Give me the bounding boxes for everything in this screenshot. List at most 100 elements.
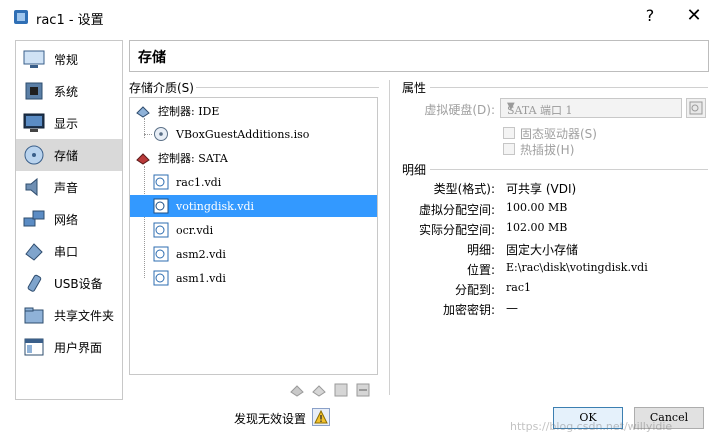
optical-disc-icon xyxy=(152,125,170,143)
tree-item-label: 控制器: IDE xyxy=(158,105,220,118)
sidebar-item-label: USB设备 xyxy=(54,276,103,291)
sidebar-item-shared-folders[interactable]: 共享文件夹 xyxy=(16,299,122,331)
hard-disk-icon xyxy=(152,269,170,287)
sidebar-item-label: 常规 xyxy=(54,52,79,67)
storage-toolbar xyxy=(288,381,372,399)
usb-icon xyxy=(20,270,48,296)
tree-item-disk[interactable]: asm2.vdi xyxy=(130,243,377,265)
sidebar-item-label: 存储 xyxy=(54,148,79,163)
choose-disk-button[interactable] xyxy=(686,98,706,118)
tree-item-controller[interactable]: 控制器: SATA xyxy=(130,147,377,169)
system-icon xyxy=(20,78,48,104)
invalid-settings-warning-button[interactable] xyxy=(312,408,330,426)
ssd-label: 固态驱动器(S) xyxy=(520,127,597,141)
network-icon xyxy=(20,206,48,232)
divider xyxy=(196,87,379,88)
hard-disk-select[interactable]: SATA 端口 1 ▼ xyxy=(500,98,682,118)
sidebar-item-system[interactable]: 系统 xyxy=(16,75,122,107)
detail-key: 加密密钥: xyxy=(442,303,495,317)
sidebar-item-label: 网络 xyxy=(54,212,79,227)
controller-ide-icon xyxy=(134,102,152,120)
remove-attachment-icon[interactable] xyxy=(354,381,372,399)
tree-item-disk[interactable]: rac1.vdi xyxy=(130,171,377,193)
detail-key: 类型(格式): xyxy=(433,182,495,196)
sidebar-item-user-interface[interactable]: 用户界面 xyxy=(16,331,122,363)
tree-item-disk[interactable]: ocr.vdi xyxy=(130,219,377,241)
sidebar-item-general[interactable]: 常规 xyxy=(16,43,122,75)
detail-value: 可共享 (VDI) xyxy=(506,182,577,196)
sidebar-item-label: 声音 xyxy=(54,180,79,195)
detail-key: 明细: xyxy=(466,243,495,257)
hard-disk-icon xyxy=(152,245,170,263)
detail-value: 100.00 MB xyxy=(506,201,568,214)
add-attachment-icon[interactable] xyxy=(332,381,350,399)
tree-item-disk-selected[interactable]: votingdisk.vdi xyxy=(130,195,377,217)
tree-item-label: rac1.vdi xyxy=(176,175,222,189)
tree-item-label: 控制器: SATA xyxy=(158,152,228,165)
shared-folder-icon xyxy=(20,302,48,328)
settings-sidebar: 常规 系统 显示 存储 声音 网络 串口 USB设备 共享文件夹 用户界面 xyxy=(15,40,123,400)
sidebar-item-label: 串口 xyxy=(54,244,79,259)
display-icon xyxy=(20,110,48,136)
help-button[interactable]: ? xyxy=(640,6,660,25)
title-bar: rac1 - 设置 ? ✕ xyxy=(0,0,725,34)
hotplug-label: 热插拔(H) xyxy=(520,143,575,157)
tree-item-optical[interactable]: VBoxGuestAdditions.iso xyxy=(130,123,377,145)
hotplug-checkbox[interactable] xyxy=(503,143,515,155)
page-title-box: 存储 xyxy=(129,40,709,72)
invalid-settings-label: 发现无效设置 xyxy=(234,412,307,426)
sidebar-item-label: 显示 xyxy=(54,116,79,131)
user-interface-icon xyxy=(20,334,48,360)
hard-disk-icon xyxy=(152,221,170,239)
storage-icon xyxy=(20,142,48,168)
detail-key: 虚拟分配空间: xyxy=(418,203,495,217)
sidebar-item-label: 用户界面 xyxy=(54,340,103,355)
close-button[interactable]: ✕ xyxy=(684,5,704,26)
sidebar-item-label: 系统 xyxy=(54,84,79,99)
detail-value: — xyxy=(506,301,518,315)
tree-item-label: asm1.vdi xyxy=(176,271,226,285)
detail-key: 实际分配空间: xyxy=(418,223,495,237)
storage-devices-label: 存储介质(S) xyxy=(129,81,194,95)
virtualbox-icon xyxy=(12,8,30,26)
controller-sata-icon xyxy=(134,149,152,167)
sidebar-item-audio[interactable]: 声音 xyxy=(16,171,122,203)
attributes-heading: 属性 xyxy=(402,81,427,95)
tree-item-controller[interactable]: 控制器: IDE xyxy=(130,100,377,122)
detail-value: rac1 xyxy=(506,281,531,294)
sidebar-item-storage[interactable]: 存储 xyxy=(16,139,122,171)
detail-value: 102.00 MB xyxy=(506,221,568,234)
sidebar-item-serial-port[interactable]: 串口 xyxy=(16,235,122,267)
sidebar-item-display[interactable]: 显示 xyxy=(16,107,122,139)
watermark: https://blog.csdn.net/willyidie xyxy=(510,420,673,433)
tree-item-label: VBoxGuestAdditions.iso xyxy=(176,127,310,141)
divider xyxy=(430,87,708,88)
divider xyxy=(430,169,708,170)
details-heading: 明细 xyxy=(402,163,427,177)
disk-icon xyxy=(689,101,703,115)
serial-port-icon xyxy=(20,238,48,264)
warning-icon xyxy=(314,410,328,424)
storage-tree[interactable]: 控制器: IDE VBoxGuestAdditions.iso 控制器: SAT… xyxy=(129,97,378,375)
window-title: rac1 - 设置 xyxy=(36,13,104,28)
tree-item-disk[interactable]: asm1.vdi xyxy=(130,267,377,289)
tree-item-label: asm2.vdi xyxy=(176,247,226,261)
detail-key: 位置: xyxy=(466,263,495,277)
detail-value: E:\rac\disk\votingdisk.vdi xyxy=(506,261,648,274)
hard-disk-icon xyxy=(152,197,170,215)
tree-item-label: votingdisk.vdi xyxy=(176,199,255,213)
hard-disk-label: 虚拟硬盘(D): xyxy=(424,103,495,117)
detail-value: 固定大小存储 xyxy=(506,243,579,257)
ssd-checkbox[interactable] xyxy=(503,127,515,139)
hard-disk-icon xyxy=(152,173,170,191)
remove-controller-icon[interactable] xyxy=(310,381,328,399)
audio-icon xyxy=(20,174,48,200)
general-icon xyxy=(20,46,48,72)
page-title: 存储 xyxy=(138,50,166,66)
add-controller-icon[interactable] xyxy=(288,381,306,399)
tree-item-label: ocr.vdi xyxy=(176,223,214,237)
detail-key: 分配到: xyxy=(454,283,495,297)
sidebar-item-label: 共享文件夹 xyxy=(54,308,115,323)
sidebar-item-network[interactable]: 网络 xyxy=(16,203,122,235)
sidebar-item-usb[interactable]: USB设备 xyxy=(16,267,122,299)
